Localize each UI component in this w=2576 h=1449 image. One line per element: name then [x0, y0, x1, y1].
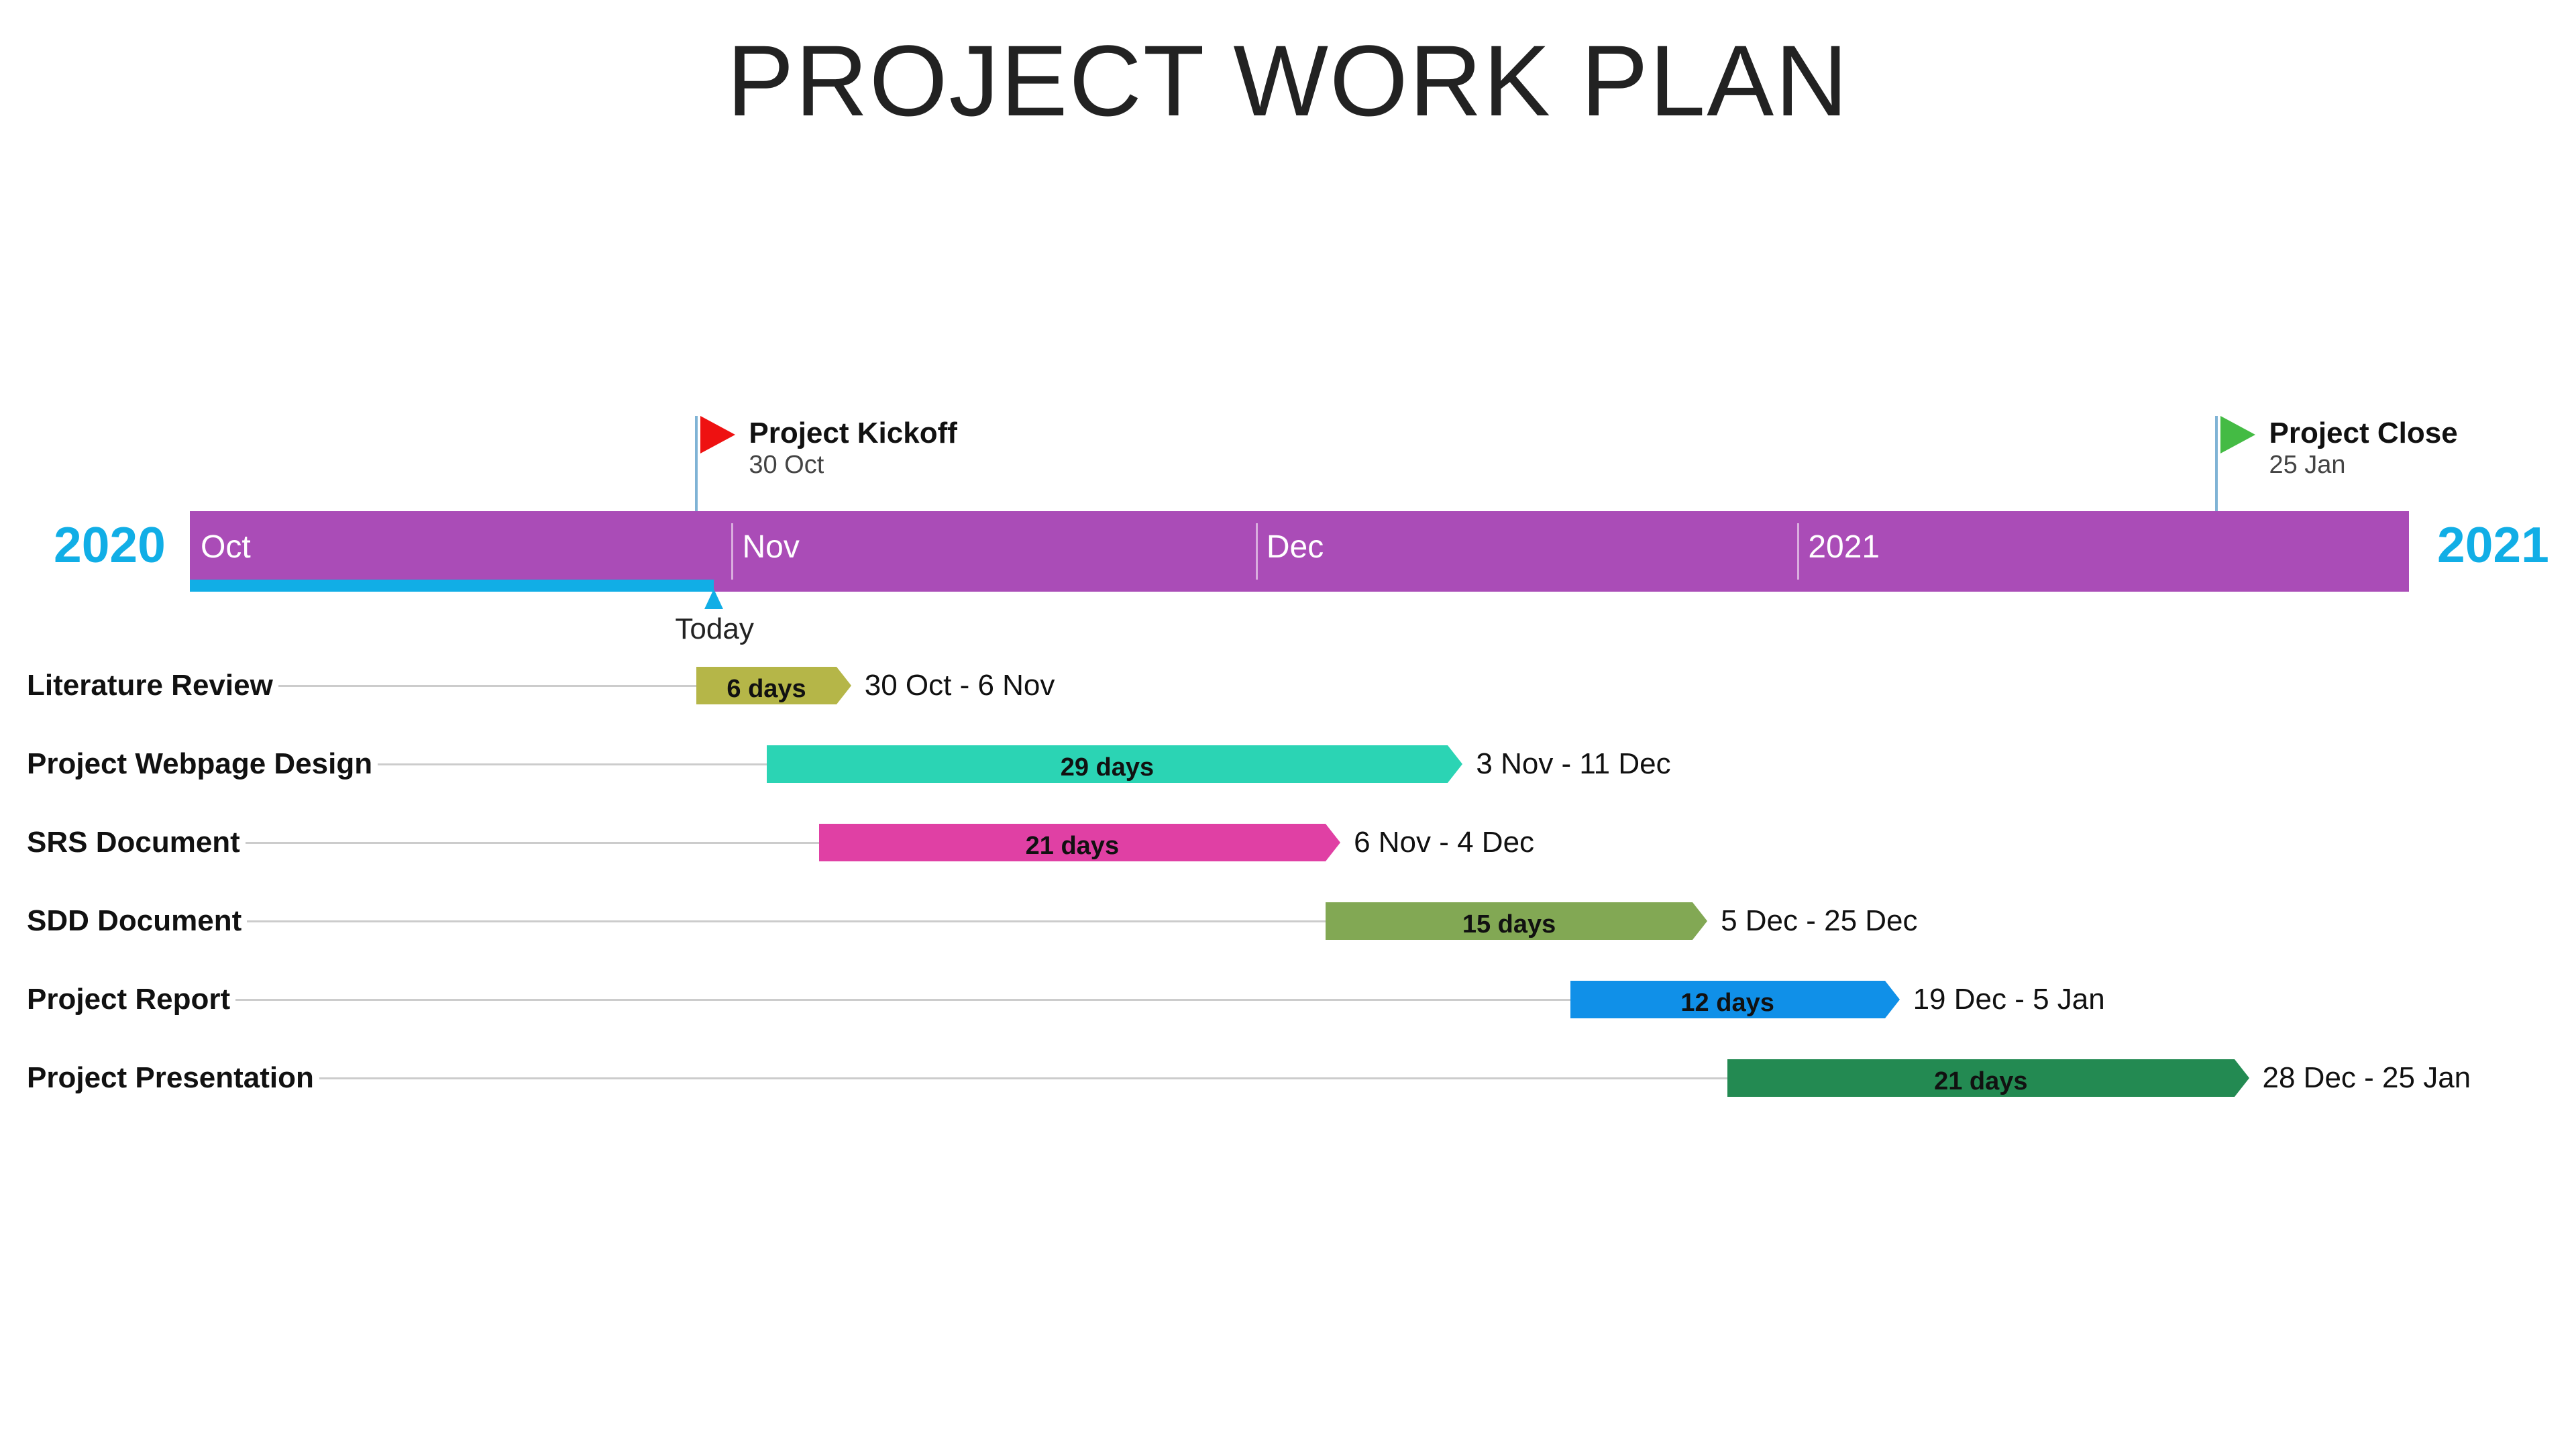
task-duration: 21 days: [1025, 832, 1120, 860]
task-bar: 29 days: [766, 745, 1463, 783]
month-label: 2021: [1808, 529, 1880, 565]
task-guide-line: [378, 763, 767, 765]
task-row: Project Report 12 days 19 Dec - 5 Jan: [0, 979, 2576, 1020]
month-label: Nov: [742, 529, 800, 565]
task-guide-line: [247, 920, 1326, 922]
task-date-range: 19 Dec - 5 Jan: [1913, 983, 2105, 1016]
arrow-right-icon: [1884, 981, 1900, 1018]
task-name: Project Report: [27, 983, 231, 1016]
gantt-chart: PROJECT WORK PLAN 2020 2021 Oct Nov Dec 202…: [0, 0, 2576, 1449]
task-name: Project Webpage Design: [27, 747, 373, 780]
task-duration: 15 days: [1462, 910, 1556, 938]
milestone-pole: [2215, 416, 2218, 511]
month-tick: [1255, 523, 1258, 580]
progress-bar: [190, 580, 714, 592]
task-row: Project Webpage Design 29 days 3 Nov - 11 …: [0, 744, 2576, 784]
task-date-range: 5 Dec - 25 Dec: [1721, 904, 1918, 937]
flag-icon: [700, 416, 736, 453]
today-marker-icon: [704, 589, 724, 609]
today-label: Today: [675, 612, 754, 645]
milestone-name: Project Close: [2269, 417, 2458, 449]
task-bar: 12 days: [1570, 981, 1900, 1018]
task-bar: 21 days: [1727, 1059, 2249, 1097]
arrow-right-icon: [1693, 902, 1708, 940]
task-row: SDD Document 15 days 5 Dec - 25 Dec: [0, 901, 2576, 941]
month-tick: [731, 523, 734, 580]
task-duration: 12 days: [1680, 989, 1774, 1017]
task-date-range: 6 Nov - 4 Dec: [1354, 826, 1535, 859]
milestone-date: 25 Jan: [2269, 451, 2346, 479]
task-name: SRS Document: [27, 826, 240, 859]
month-label: Oct: [201, 529, 251, 565]
milestone-date: 30 Oct: [749, 451, 824, 479]
milestone-name: Project Kickoff: [749, 417, 957, 449]
arrow-right-icon: [2234, 1059, 2249, 1097]
task-date-range: 30 Oct - 6 Nov: [864, 669, 1055, 702]
milestone-pole: [695, 416, 698, 511]
task-guide-line: [235, 999, 1570, 1001]
start-year-label: 2020: [54, 517, 166, 573]
task-guide-line: [319, 1077, 1728, 1079]
page-title: PROJECT WORK PLAN: [727, 24, 1849, 137]
task-guide-line: [246, 842, 819, 844]
task-guide-line: [278, 685, 697, 687]
task-date-range: 28 Dec - 25 Jan: [2262, 1061, 2471, 1094]
task-bar: 15 days: [1326, 902, 1708, 940]
task-name: Project Presentation: [27, 1061, 314, 1094]
task-bar: 6 days: [696, 667, 851, 704]
flag-icon: [2220, 416, 2256, 453]
task-bar: 21 days: [818, 824, 1341, 861]
month-label: Dec: [1266, 529, 1324, 565]
task-duration: 29 days: [1060, 753, 1155, 782]
task-name: SDD Document: [27, 904, 242, 937]
task-name: Literature Review: [27, 669, 273, 702]
arrow-right-icon: [1448, 745, 1463, 783]
task-duration: 6 days: [727, 675, 806, 703]
task-row: SRS Document 21 days 6 Nov - 4 Dec: [0, 822, 2576, 863]
month-tick: [1797, 523, 1800, 580]
arrow-right-icon: [836, 667, 851, 704]
task-date-range: 3 Nov - 11 Dec: [1476, 747, 1671, 780]
arrow-right-icon: [1326, 824, 1341, 861]
task-row: Project Presentation 21 days 28 Dec - 25 J…: [0, 1058, 2576, 1098]
task-duration: 21 days: [1934, 1067, 2028, 1095]
task-row: Literature Review 6 days 30 Oct - 6 Nov: [0, 665, 2576, 706]
end-year-label: 2021: [2437, 517, 2549, 573]
